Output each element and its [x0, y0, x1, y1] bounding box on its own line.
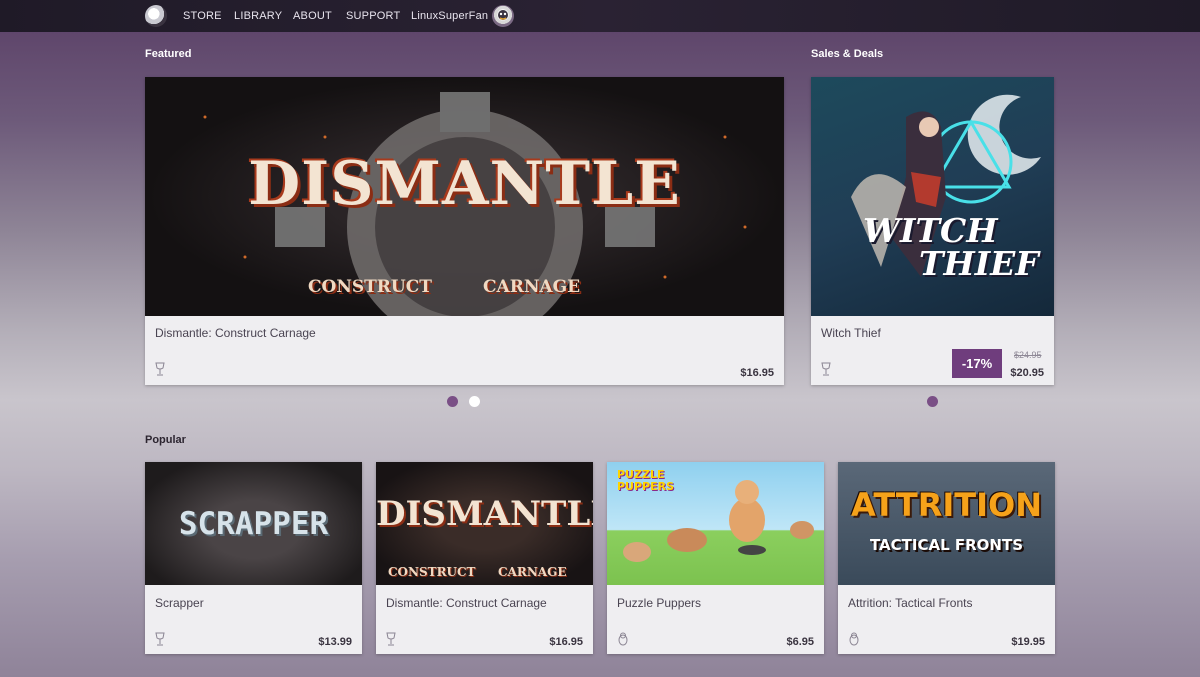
popular-game-name: Puzzle Puppers [617, 596, 702, 610]
popular-art-title: SCRAPPER [178, 506, 329, 542]
linux-tux-icon [848, 632, 860, 649]
featured-art-subtitle-right: CARNAGE [483, 277, 581, 297]
popular-game-price: $19.95 [1011, 636, 1045, 648]
nav-support[interactable]: SUPPORT [346, 0, 400, 32]
popular-game-card[interactable]: ATTRITION TACTICAL FRONTS Attrition: Tac… [838, 462, 1055, 654]
username-link[interactable]: LinuxSuperFan [411, 0, 488, 32]
popular-art-title-line2: PUPPERS [617, 480, 675, 493]
avatar-face-icon [498, 10, 508, 20]
popular-art-subtitle-left: CONSTRUCT [388, 565, 476, 579]
popular-art-title: ATTRITION [851, 486, 1042, 524]
wine-glass-icon [155, 632, 165, 649]
sales-carousel-dot-1[interactable] [927, 396, 938, 407]
gamehub-logo-icon[interactable] [145, 5, 167, 27]
wine-glass-icon [386, 632, 396, 649]
featured-heading: Featured [145, 48, 192, 60]
linux-tux-icon [617, 632, 629, 649]
popular-game-name: Attrition: Tactical Fronts [848, 596, 973, 610]
popular-game-card[interactable]: SCRAPPER Scrapper $13.99 [145, 462, 362, 654]
popular-game-card[interactable]: PUZZLE PUPPERS Puzzle Puppers $6.95 [607, 462, 824, 654]
sale-game-price: $20.95 [1010, 367, 1044, 379]
featured-game-card[interactable]: DISMANTLE CONSTRUCT CARNAGE Dismantle: C… [145, 77, 784, 385]
discount-badge: -17% [952, 349, 1002, 378]
popular-art-title: DISMANTLE [376, 494, 593, 534]
popular-game-art: SCRAPPER [145, 462, 362, 585]
sale-art-title-line2: THIEF [919, 244, 1039, 283]
sales-deals-heading: Sales & Deals [811, 48, 884, 60]
popular-art-subtitle-right: CARNAGE [498, 565, 567, 579]
popular-heading: Popular [145, 434, 186, 446]
nav-store[interactable]: STORE [183, 0, 222, 32]
popular-game-name: Dismantle: Construct Carnage [386, 596, 547, 610]
featured-game-name: Dismantle: Construct Carnage [155, 326, 316, 340]
top-navigation-bar: STORE LIBRARY ABOUT SUPPORT LinuxSuperFa… [0, 0, 1200, 32]
wine-glass-icon [821, 362, 831, 379]
popular-game-art: PUZZLE PUPPERS [607, 462, 824, 585]
original-price: $24.95 [1014, 350, 1042, 360]
popular-art-subtitle: TACTICAL FRONTS [869, 536, 1024, 554]
nav-library[interactable]: LIBRARY [234, 0, 282, 32]
sale-game-name: Witch Thief [821, 326, 881, 340]
nav-about[interactable]: ABOUT [293, 0, 332, 32]
featured-game-art: DISMANTLE CONSTRUCT CARNAGE [145, 77, 784, 316]
user-avatar-icon[interactable] [492, 5, 514, 27]
featured-carousel-dot-1[interactable] [447, 396, 458, 407]
wine-glass-icon [155, 362, 165, 379]
featured-art-subtitle-left: CONSTRUCT [308, 277, 432, 297]
sale-game-card[interactable]: WITCH THIEF Witch Thief -17% $24.95 $20.… [811, 77, 1054, 385]
featured-carousel-dot-2[interactable] [469, 396, 480, 407]
featured-game-price: $16.95 [740, 367, 774, 379]
popular-game-price: $16.95 [549, 636, 583, 648]
popular-game-art: ATTRITION TACTICAL FRONTS [838, 462, 1055, 585]
featured-art-title: DISMANTLE [248, 149, 681, 219]
sale-game-art: WITCH THIEF [811, 77, 1054, 316]
popular-game-art: DISMANTLE CONSTRUCT CARNAGE [376, 462, 593, 585]
popular-game-price: $6.95 [786, 636, 814, 648]
popular-game-card[interactable]: DISMANTLE CONSTRUCT CARNAGE Dismantle: C… [376, 462, 593, 654]
popular-game-name: Scrapper [155, 596, 204, 610]
popular-game-price: $13.99 [318, 636, 352, 648]
